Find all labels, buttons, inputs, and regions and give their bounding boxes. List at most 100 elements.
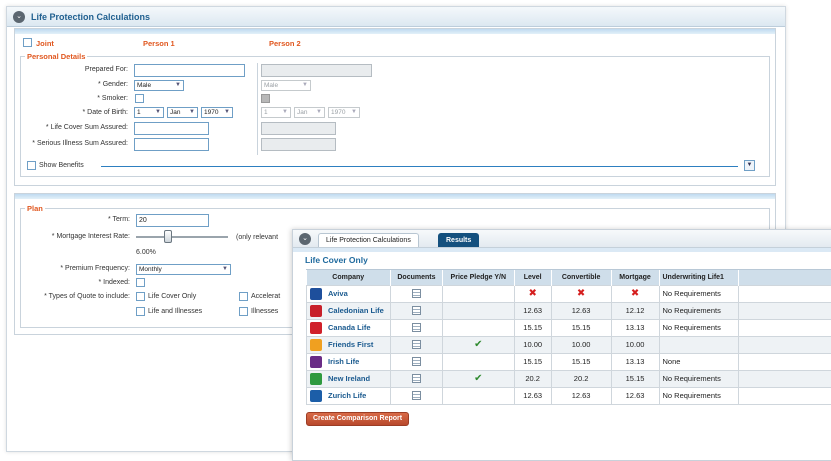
unavailable-x-icon: ✖ bbox=[577, 288, 585, 299]
company-logo-icon bbox=[310, 390, 322, 402]
documents-cell[interactable] bbox=[390, 387, 442, 404]
company-cell[interactable]: Friends First bbox=[307, 336, 391, 353]
checkmark-icon: ✔ bbox=[474, 373, 482, 384]
dob-day-select-p2: 1▼ bbox=[261, 107, 291, 118]
column-header[interactable]: Level bbox=[514, 270, 551, 285]
dob-year-select-p1[interactable]: 1970▼ bbox=[201, 107, 233, 118]
column-header[interactable]: Underwriting Life1 bbox=[659, 270, 739, 285]
results-table: Company Documents Price Pledge Y/N Level… bbox=[306, 270, 831, 405]
mortgage-rate-slider-handle[interactable] bbox=[164, 230, 172, 243]
dropdown-arrow-icon: ▼ bbox=[282, 108, 288, 117]
premium-frequency-select[interactable]: Monthly▼ bbox=[136, 264, 231, 275]
mortgage-rate-note: (only relevant bbox=[236, 234, 278, 241]
dob-day-select-p1[interactable]: 1▼ bbox=[134, 107, 164, 118]
company-name[interactable]: Friends First bbox=[328, 339, 373, 348]
column-header[interactable]: Mortgage bbox=[611, 270, 659, 285]
gender-select-p1[interactable]: Male▼ bbox=[134, 80, 184, 91]
expand-benefits-chevron-icon[interactable]: ▼ bbox=[744, 160, 755, 171]
level-value: 15.15 bbox=[523, 357, 542, 366]
column-header[interactable]: Company bbox=[307, 270, 391, 285]
quote-accelerated-checkbox[interactable] bbox=[239, 292, 248, 301]
level-cell: 12.63 bbox=[514, 387, 551, 404]
panel-top-bar bbox=[15, 194, 775, 199]
column-header[interactable]: Documents bbox=[390, 270, 442, 285]
mortgage-cell: 13.13 bbox=[611, 353, 659, 370]
documents-cell[interactable] bbox=[390, 353, 442, 370]
documents-cell[interactable] bbox=[390, 370, 442, 387]
results-window: ⌄ Life Protection Calculations Results L… bbox=[292, 229, 831, 461]
company-cell[interactable]: Caledonian Life bbox=[307, 302, 391, 319]
personal-details-group: Personal Details Prepared For: * Gender:… bbox=[20, 56, 770, 177]
create-comparison-report-button[interactable]: Create Comparison Report bbox=[306, 412, 409, 426]
blank-cell bbox=[739, 387, 831, 404]
document-icon[interactable] bbox=[412, 323, 421, 332]
prepared-for-input-p2 bbox=[261, 64, 372, 77]
indexed-label: * Indexed: bbox=[5, 279, 130, 286]
mortgage-value: 13.13 bbox=[626, 323, 645, 332]
company-name[interactable]: Zurich Life bbox=[328, 390, 366, 399]
serious-illness-input-p2 bbox=[261, 138, 336, 151]
level-value: 20.2 bbox=[525, 374, 540, 383]
quote-illnesses-checkbox[interactable] bbox=[239, 307, 248, 316]
quote-life-and-illnesses-checkbox[interactable] bbox=[136, 307, 145, 316]
company-name[interactable]: New Ireland bbox=[328, 373, 370, 382]
company-logo-icon bbox=[310, 305, 322, 317]
quote-life-cover-only-checkbox[interactable] bbox=[136, 292, 145, 301]
premium-frequency-label: * Premium Frequency: bbox=[5, 265, 130, 272]
document-icon[interactable] bbox=[412, 357, 421, 366]
convertible-value: 12.63 bbox=[572, 391, 591, 400]
joint-checkbox[interactable] bbox=[23, 38, 32, 47]
convertible-value: 12.63 bbox=[572, 306, 591, 315]
life-cover-label: * Life Cover Sum Assured: bbox=[3, 124, 128, 131]
underwriting-cell: No Requirements bbox=[659, 387, 739, 404]
tab-results[interactable]: Results bbox=[438, 233, 479, 247]
company-name[interactable]: Caledonian Life bbox=[328, 305, 384, 314]
company-logo-icon bbox=[310, 339, 322, 351]
results-divider-bar bbox=[293, 248, 831, 252]
documents-cell[interactable] bbox=[390, 285, 442, 302]
company-cell[interactable]: New Ireland bbox=[307, 370, 391, 387]
term-input[interactable]: 20 bbox=[136, 214, 209, 227]
gender-select-p2: Male▼ bbox=[261, 80, 311, 91]
mortgage-value: 13.13 bbox=[626, 357, 645, 366]
column-header[interactable]: Price Pledge Y/N bbox=[442, 270, 514, 285]
dob-month-select-p1[interactable]: Jan▼ bbox=[167, 107, 198, 118]
document-icon[interactable] bbox=[412, 374, 421, 383]
smoker-checkbox-p1[interactable] bbox=[135, 94, 144, 103]
company-name[interactable]: Irish Life bbox=[328, 356, 359, 365]
life-cover-input-p1[interactable] bbox=[134, 122, 209, 135]
document-icon[interactable] bbox=[412, 306, 421, 315]
company-cell[interactable]: Irish Life bbox=[307, 353, 391, 370]
company-name[interactable]: Canada Life bbox=[328, 322, 371, 331]
panel-top-bar bbox=[15, 29, 775, 34]
indexed-checkbox[interactable] bbox=[136, 278, 145, 287]
collapse-chevron-icon[interactable]: ⌄ bbox=[299, 233, 311, 245]
show-benefits-checkbox[interactable] bbox=[27, 161, 36, 170]
price-pledge-cell bbox=[442, 353, 514, 370]
mortgage-value: 10.00 bbox=[626, 340, 645, 349]
convertible-cell: 20.2 bbox=[551, 370, 611, 387]
company-logo-icon bbox=[310, 373, 322, 385]
documents-cell[interactable] bbox=[390, 302, 442, 319]
document-icon[interactable] bbox=[412, 391, 421, 400]
company-cell[interactable]: Zurich Life bbox=[307, 387, 391, 404]
level-cell: 10.00 bbox=[514, 336, 551, 353]
person1-heading: Person 1 bbox=[143, 39, 175, 48]
dob-year-value: 1970 bbox=[204, 109, 218, 116]
documents-cell[interactable] bbox=[390, 319, 442, 336]
company-name[interactable]: Aviva bbox=[328, 288, 348, 297]
mortgage-rate-slider-track[interactable] bbox=[136, 236, 228, 238]
column-header[interactable]: Convertible bbox=[551, 270, 611, 285]
document-icon[interactable] bbox=[412, 340, 421, 349]
company-cell[interactable]: Aviva bbox=[307, 285, 391, 302]
serious-illness-input-p1[interactable] bbox=[134, 138, 209, 151]
document-icon[interactable] bbox=[412, 289, 421, 298]
documents-cell[interactable] bbox=[390, 336, 442, 353]
results-table-container: Company Documents Price Pledge Y/N Level… bbox=[306, 269, 831, 405]
company-cell[interactable]: Canada Life bbox=[307, 319, 391, 336]
tab-life-protection-calculations[interactable]: Life Protection Calculations bbox=[318, 233, 419, 247]
prepared-for-input-p1[interactable] bbox=[134, 64, 245, 77]
underwriting-value: None bbox=[663, 357, 681, 366]
collapse-chevron-icon[interactable]: ⌄ bbox=[13, 11, 25, 23]
convertible-value: 10.00 bbox=[572, 340, 591, 349]
